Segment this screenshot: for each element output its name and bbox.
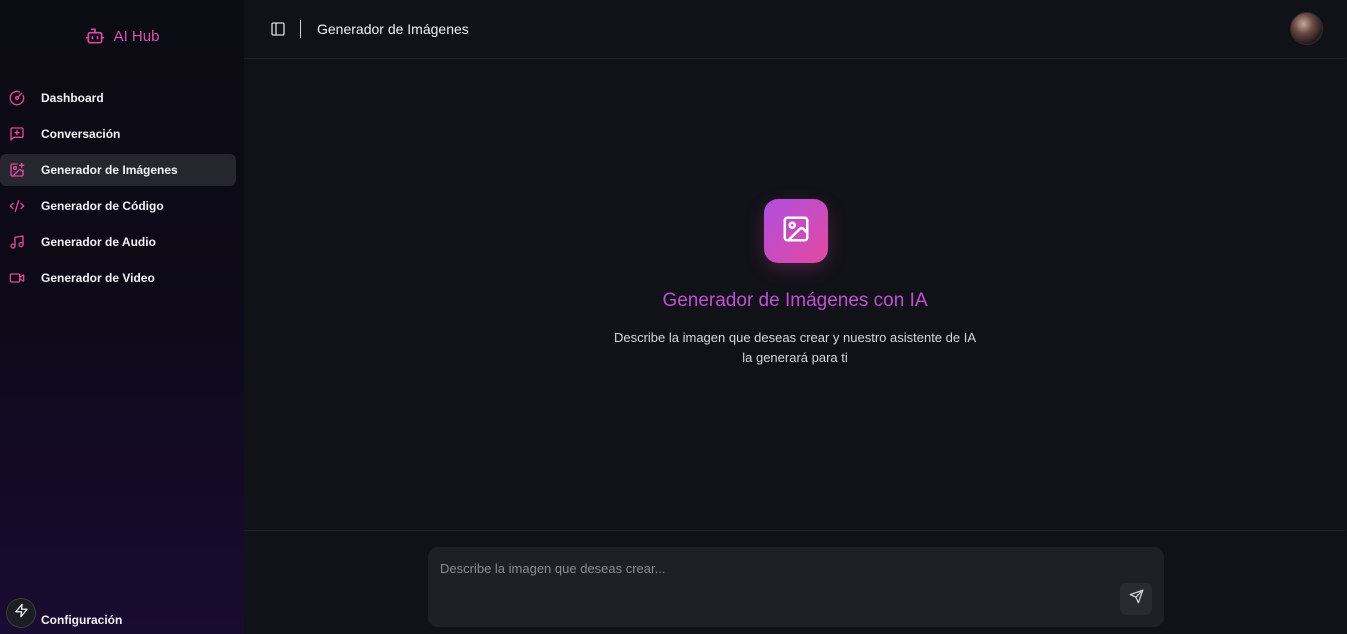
sidebar-toggle-button[interactable] — [270, 21, 286, 37]
code-icon — [9, 198, 25, 214]
message-plus-icon — [9, 126, 25, 142]
send-icon — [1129, 589, 1144, 609]
brand[interactable]: AI Hub — [0, 26, 244, 46]
topbar: Generador de Imágenes — [244, 0, 1346, 59]
brand-name: AI Hub — [113, 27, 160, 45]
sidebar-item-label: Generador de Código — [41, 199, 164, 213]
send-button[interactable] — [1120, 583, 1152, 615]
user-avatar[interactable] — [1290, 12, 1323, 45]
panel-left-icon — [270, 22, 286, 41]
image-icon — [781, 214, 811, 249]
prompt-input[interactable] — [440, 557, 1120, 579]
sidebar-item-label: Conversación — [41, 127, 121, 141]
sidebar-item-settings[interactable]: Configuración — [0, 598, 244, 634]
sidebar-nav: Dashboard Conversación Generador de Imág… — [0, 82, 244, 298]
app-window: AI Hub Dashboard Conversación Generador … — [0, 0, 1347, 634]
hero-description: Describe la imagen que deseas crear y nu… — [595, 328, 995, 368]
hero-image-badge — [764, 199, 828, 263]
zap-icon — [14, 603, 29, 623]
bot-icon — [85, 26, 105, 46]
page-title: Generador de Imágenes — [317, 21, 469, 37]
settings-button[interactable] — [6, 598, 36, 628]
composer-area — [244, 530, 1346, 634]
sidebar-item-video-generator[interactable]: Generador de Video — [0, 262, 236, 294]
sidebar-item-conversation[interactable]: Conversación — [0, 118, 236, 150]
sidebar-item-label: Generador de Audio — [41, 235, 156, 249]
image-plus-icon — [9, 162, 25, 178]
sidebar-item-dashboard[interactable]: Dashboard — [0, 82, 236, 114]
sidebar: AI Hub Dashboard Conversación Generador … — [0, 0, 244, 634]
topbar-separator — [300, 20, 301, 38]
gauge-icon — [9, 90, 25, 106]
sidebar-item-label: Dashboard — [41, 91, 104, 105]
sidebar-item-label: Generador de Video — [41, 271, 155, 285]
sidebar-item-image-generator[interactable]: Generador de Imágenes — [0, 154, 236, 186]
hero-title: Generador de Imágenes con IA — [662, 290, 928, 311]
sidebar-item-code-generator[interactable]: Generador de Código — [0, 190, 236, 222]
music-icon — [9, 234, 25, 250]
sidebar-item-label: Generador de Imágenes — [41, 163, 178, 177]
main-content: Generador de Imágenes Generador de Imáge… — [244, 0, 1347, 634]
hero-description-line: la generará para ti — [742, 350, 848, 365]
settings-label: Configuración — [41, 613, 123, 627]
prompt-composer — [428, 547, 1164, 627]
video-icon — [9, 270, 25, 286]
sidebar-item-audio-generator[interactable]: Generador de Audio — [0, 226, 236, 258]
hero-description-line: Describe la imagen que deseas crear y nu… — [613, 330, 977, 345]
